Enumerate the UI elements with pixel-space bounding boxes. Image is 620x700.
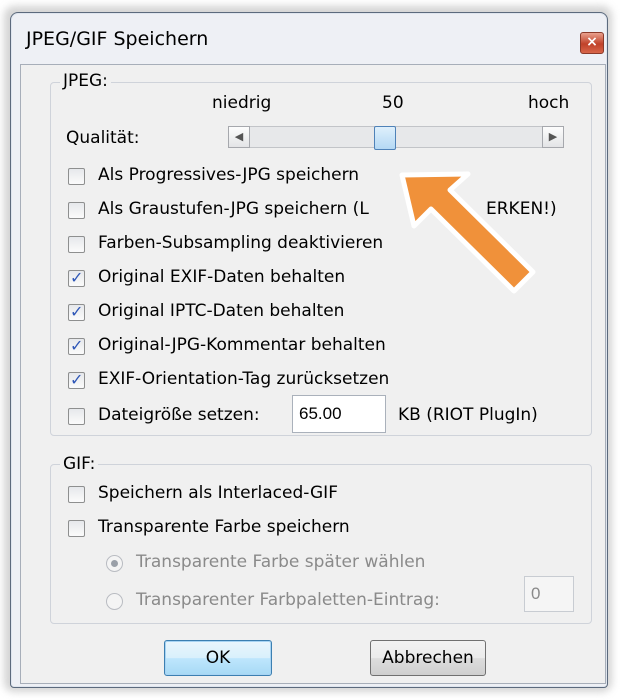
transparent-color-checkbox[interactable] — [68, 520, 85, 537]
filesize-input[interactable] — [292, 395, 386, 433]
progressive-jpg-checkbox[interactable] — [68, 168, 85, 185]
transparent-later-radio[interactable] — [106, 555, 123, 572]
gif-group-legend: GIF: — [60, 454, 99, 474]
iptc-checkbox[interactable]: ✓ — [68, 302, 85, 321]
jpg-comment-checkbox[interactable]: ✓ — [68, 336, 85, 355]
exif-orientation-checkbox[interactable]: ✓ — [68, 370, 85, 389]
exif-label: Original EXIF-Daten behalten — [98, 267, 346, 287]
transparent-later-label: Transparente Farbe später wählen — [136, 552, 426, 572]
jpeg-group-legend: JPEG: — [60, 71, 111, 91]
grayscale-jpg-label: Als Graustufen-JPG speichern (L — [98, 199, 369, 219]
transparent-color-label: Transparente Farbe speichern — [98, 517, 350, 537]
exif-checkbox[interactable]: ✓ — [68, 268, 85, 287]
quality-slider-right-button[interactable]: ▶ — [542, 126, 564, 148]
cancel-button[interactable]: Abbrechen — [370, 640, 486, 676]
filesize-checkbox[interactable] — [68, 408, 85, 425]
quality-slider-track[interactable] — [228, 126, 564, 148]
close-button[interactable]: × — [580, 32, 604, 54]
quality-value-label: 50 — [382, 93, 404, 113]
quality-label: Qualität: — [66, 128, 140, 148]
filesize-unit-label: KB (RIOT PlugIn) — [398, 405, 538, 425]
subsampling-label: Farben-Subsampling deaktivieren — [98, 233, 384, 253]
subsampling-checkbox[interactable] — [68, 236, 85, 253]
iptc-label: Original IPTC-Daten behalten — [98, 301, 345, 321]
quality-low-label: niedrig — [212, 93, 272, 113]
quality-slider-left-button[interactable]: ◀ — [228, 126, 250, 148]
exif-orientation-label: EXIF-Orientation-Tag zurücksetzen — [98, 369, 390, 389]
interlaced-gif-label: Speichern als Interlaced-GIF — [98, 483, 338, 503]
palette-entry-input[interactable] — [524, 576, 574, 612]
palette-entry-label: Transparenter Farbpaletten-Eintrag: — [136, 590, 440, 610]
window-title: JPEG/GIF Speichern — [26, 28, 209, 50]
progressive-jpg-label: Als Progressives-JPG speichern — [98, 165, 360, 185]
jpg-comment-check-icon: ✓ — [70, 336, 84, 355]
quality-high-label: hoch — [528, 93, 570, 113]
quality-slider-thumb[interactable] — [374, 126, 396, 150]
interlaced-gif-checkbox[interactable] — [68, 486, 85, 503]
filesize-label: Dateigröße setzen: — [98, 405, 260, 425]
grayscale-jpg-label-suffix: ERKEN!) — [486, 199, 557, 219]
palette-entry-radio[interactable] — [106, 593, 123, 610]
jpg-comment-label: Original-JPG-Kommentar behalten — [98, 335, 386, 355]
grayscale-jpg-checkbox[interactable] — [68, 202, 85, 219]
ok-button[interactable]: OK — [164, 640, 272, 676]
exif-orientation-check-icon: ✓ — [70, 370, 84, 389]
transparent-later-radio-dot — [111, 560, 118, 567]
exif-check-icon: ✓ — [70, 268, 84, 287]
iptc-check-icon: ✓ — [70, 302, 84, 321]
